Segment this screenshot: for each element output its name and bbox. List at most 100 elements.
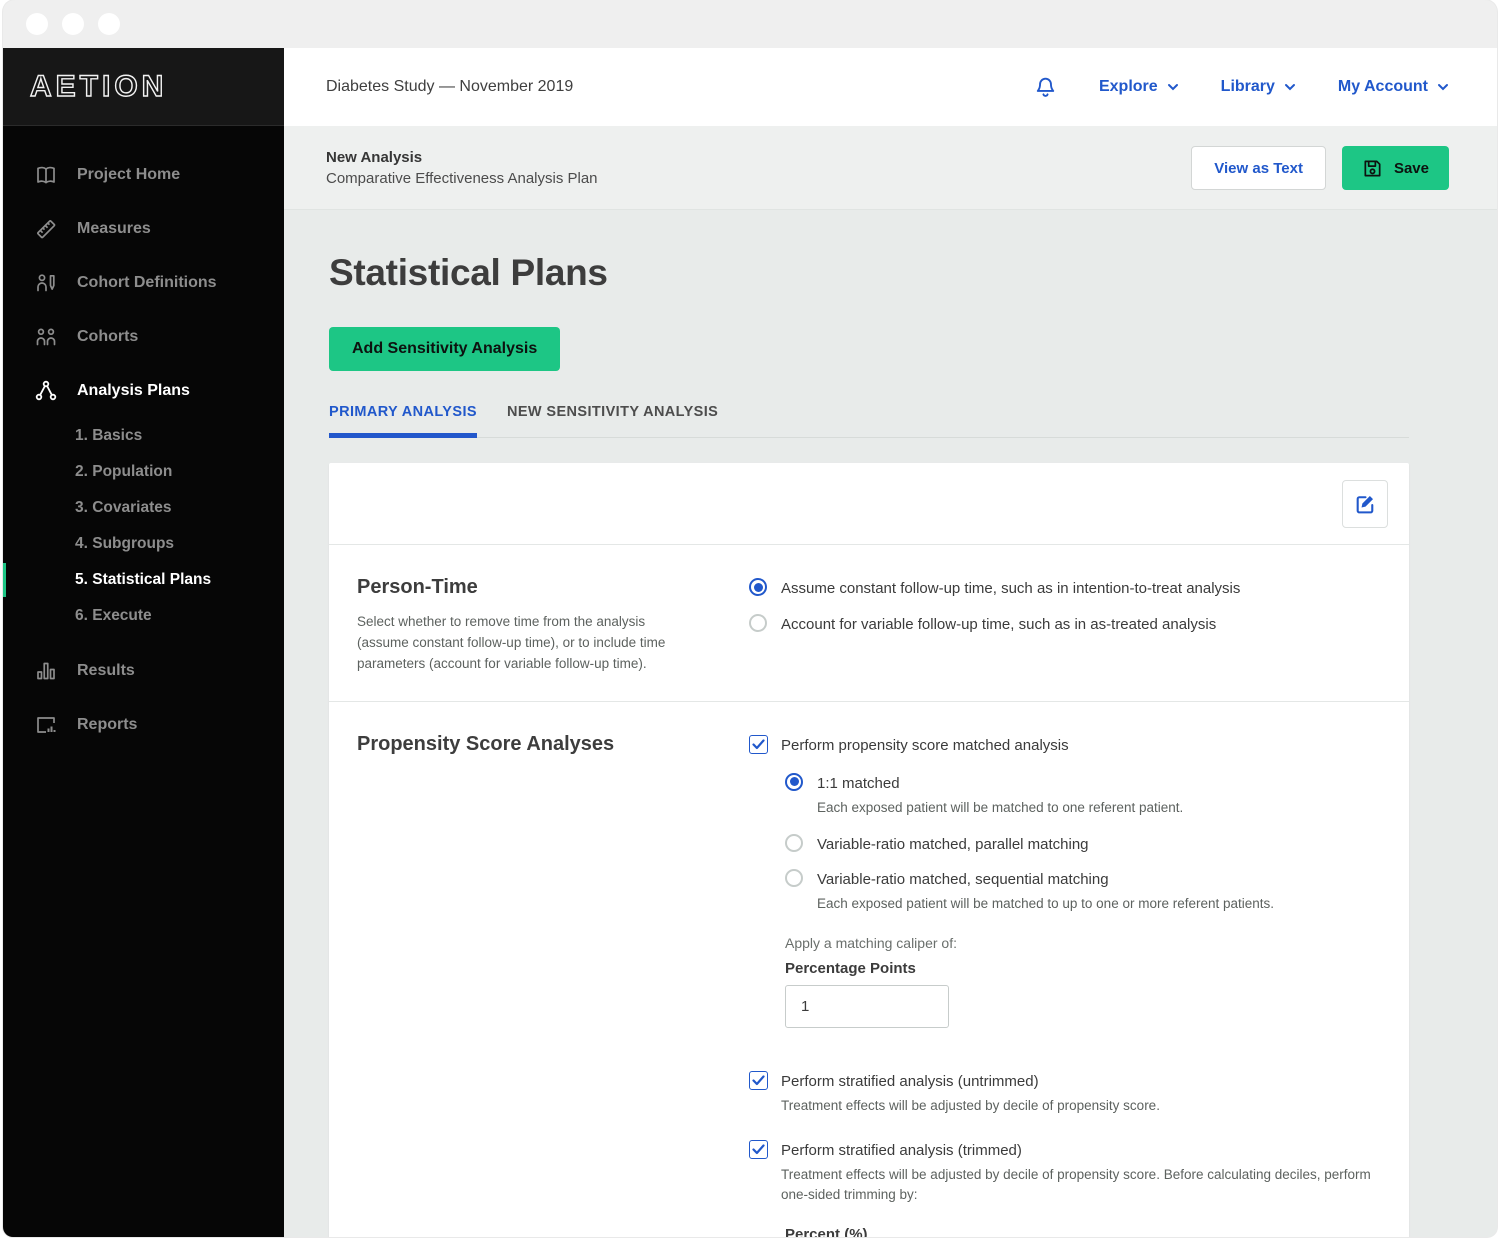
matched-analysis-option: Perform propensity score matched analysi… xyxy=(749,734,1381,755)
sidebar-item-label: Cohorts xyxy=(77,328,139,345)
nav-explore[interactable]: Explore xyxy=(1099,78,1179,96)
card-header xyxy=(329,463,1409,545)
check-icon xyxy=(752,1075,765,1085)
checkbox-label[interactable]: Perform propensity score matched analysi… xyxy=(781,735,1381,755)
tab-new-sensitivity-analysis[interactable]: NEW SENSITIVITY ANALYSIS xyxy=(507,404,718,438)
matching-method-group: 1:1 matched Each exposed patient will be… xyxy=(785,772,1381,915)
chevron-down-icon xyxy=(1284,84,1295,91)
sidebar-item-label: Measures xyxy=(77,220,151,237)
add-sensitivity-analysis-button[interactable]: Add Sensitivity Analysis xyxy=(329,327,561,371)
nav-library[interactable]: Library xyxy=(1221,78,1296,96)
propensity-title: Propensity Score Analyses xyxy=(357,732,615,755)
sidebar-item-label: Project Home xyxy=(77,166,181,183)
person-pencil-icon xyxy=(37,274,55,292)
radio-label[interactable]: 1:1 matched xyxy=(817,773,1381,793)
bar-chart-icon xyxy=(37,662,55,680)
radio-1to1-matched[interactable] xyxy=(785,772,803,791)
radio-label[interactable]: Account for variable follow-up time, suc… xyxy=(781,614,1381,634)
sidebar-item-label: Reports xyxy=(77,716,138,733)
sidebar-item-label: Analysis Plans xyxy=(77,382,190,399)
checkbox-label[interactable]: Perform stratified analysis (untrimmed) xyxy=(781,1071,1381,1091)
window-titlebar xyxy=(3,0,1497,48)
nav-my-account-label: My Account xyxy=(1337,78,1428,95)
window-dot[interactable] xyxy=(26,13,48,35)
notifications-button[interactable] xyxy=(1034,76,1057,99)
analysis-header: New Analysis Comparative Effectiveness A… xyxy=(284,126,1497,210)
book-icon xyxy=(37,166,55,184)
caliper-field-label: Percentage Points xyxy=(785,959,916,977)
checkbox-label[interactable]: Perform stratified analysis (trimmed) xyxy=(781,1140,1381,1160)
sidebar-item-reports[interactable]: Reports xyxy=(3,698,284,752)
checkbox-matched-analysis[interactable] xyxy=(749,734,768,754)
radio-variable-followup[interactable] xyxy=(749,614,767,632)
sidebar-item-label: Results xyxy=(77,662,135,679)
study-title: Diabetes Study — November 2019 xyxy=(326,78,574,95)
statistical-plan-card: Person-Time Select whether to remove tim… xyxy=(329,463,1409,1237)
percent-field-label: Percent (%) xyxy=(785,1226,868,1237)
sidebar-step-execute[interactable]: 6. Execute xyxy=(3,598,284,634)
sidebar-step-covariates[interactable]: 3. Covariates xyxy=(3,490,284,526)
save-button-label: Save xyxy=(1393,159,1429,177)
window-dot[interactable] xyxy=(98,13,120,35)
sidebar-item-cohorts[interactable]: Cohorts xyxy=(3,310,284,364)
checkbox-stratified-trimmed[interactable] xyxy=(749,1139,768,1159)
chevron-down-icon xyxy=(1438,84,1448,91)
bell-icon xyxy=(1036,77,1055,97)
analysis-eyebrow: New Analysis xyxy=(326,149,423,166)
analysis-title: Comparative Effectiveness Analysis Plan xyxy=(326,170,598,187)
sidebar-item-measures[interactable]: Measures xyxy=(3,202,284,256)
chevron-down-icon xyxy=(1167,84,1178,91)
radio-constant-followup[interactable] xyxy=(749,578,767,596)
checkbox-description: Treatment effects will be adjusted by de… xyxy=(781,1097,1160,1113)
match-option-parallel: Variable-ratio matched, parallel matchin… xyxy=(785,833,1381,854)
app-window: AETION Project Home Measures Cohort Defi… xyxy=(3,0,1497,1237)
check-icon xyxy=(752,1143,765,1154)
nav-my-account[interactable]: My Account xyxy=(1338,78,1449,96)
radio-description: Each exposed patient will be matched to … xyxy=(817,895,1275,911)
person-time-option-constant: Assume constant follow-up time, such as … xyxy=(749,578,1381,598)
topbar: Diabetes Study — November 2019 Explore L… xyxy=(284,48,1497,126)
sidebar: AETION Project Home Measures Cohort Defi… xyxy=(3,48,284,1237)
people-icon xyxy=(36,328,56,346)
checkbox-stratified-untrimmed[interactable] xyxy=(749,1070,768,1090)
caliper-prompt: Apply a matching caliper of: xyxy=(785,934,957,951)
radio-variable-sequential[interactable] xyxy=(785,868,803,887)
window-dot[interactable] xyxy=(62,13,84,35)
view-as-text-button[interactable]: View as Text xyxy=(1191,146,1326,190)
person-time-option-variable: Account for variable follow-up time, suc… xyxy=(749,614,1381,634)
brand-logo: AETION xyxy=(3,48,284,126)
sidebar-step-population[interactable]: 2. Population xyxy=(3,454,284,490)
sidebar-item-cohort-definitions[interactable]: Cohort Definitions xyxy=(3,256,284,310)
network-icon xyxy=(35,380,57,401)
brand-logo-text: AETION xyxy=(29,69,168,103)
sidebar-item-results[interactable]: Results xyxy=(3,644,284,698)
radio-description: Each exposed patient will be matched to … xyxy=(817,799,1184,815)
report-icon xyxy=(37,717,56,733)
ruler-icon xyxy=(37,220,56,239)
sidebar-item-label: Cohort Definitions xyxy=(77,274,217,291)
match-option-1to1: 1:1 matched Each exposed patient will be… xyxy=(785,772,1381,819)
page-title: Statistical Plans xyxy=(329,252,608,293)
sidebar-step-subgroups[interactable]: 4. Subgroups xyxy=(3,526,284,562)
sidebar-item-project-home[interactable]: Project Home xyxy=(3,148,284,202)
nav-library-label: Library xyxy=(1220,78,1275,95)
edit-plan-button[interactable] xyxy=(1342,479,1388,528)
edit-icon xyxy=(1356,496,1373,514)
analysis-plans-steps: 1. Basics 2. Population 3. Covariates 4.… xyxy=(3,418,284,634)
sidebar-step-statistical-plans[interactable]: 5. Statistical Plans xyxy=(3,562,284,598)
radio-label[interactable]: Variable-ratio matched, sequential match… xyxy=(817,869,1381,889)
propensity-section: Propensity Score Analyses Perform propen… xyxy=(329,700,1409,1237)
matching-caliper-block: Apply a matching caliper of: Percentage … xyxy=(785,935,1381,1028)
save-button[interactable]: Save xyxy=(1341,146,1449,190)
checkbox-description: Treatment effects will be adjusted by de… xyxy=(781,1166,1371,1203)
radio-label[interactable]: Assume constant follow-up time, such as … xyxy=(781,578,1381,598)
percentage-points-input[interactable] xyxy=(785,984,949,1028)
radio-variable-parallel[interactable] xyxy=(785,833,803,852)
trimming-percent-block: Percent (%) xyxy=(785,1226,1381,1237)
match-option-sequential: Variable-ratio matched, sequential match… xyxy=(785,868,1381,915)
radio-label[interactable]: Variable-ratio matched, parallel matchin… xyxy=(817,834,1381,854)
tab-primary-analysis[interactable]: PRIMARY ANALYSIS xyxy=(329,404,477,438)
stratified-trimmed-option: Perform stratified analysis (trimmed) Tr… xyxy=(749,1139,1381,1207)
sidebar-item-analysis-plans[interactable]: Analysis Plans xyxy=(3,364,284,418)
sidebar-step-basics[interactable]: 1. Basics xyxy=(3,418,284,454)
